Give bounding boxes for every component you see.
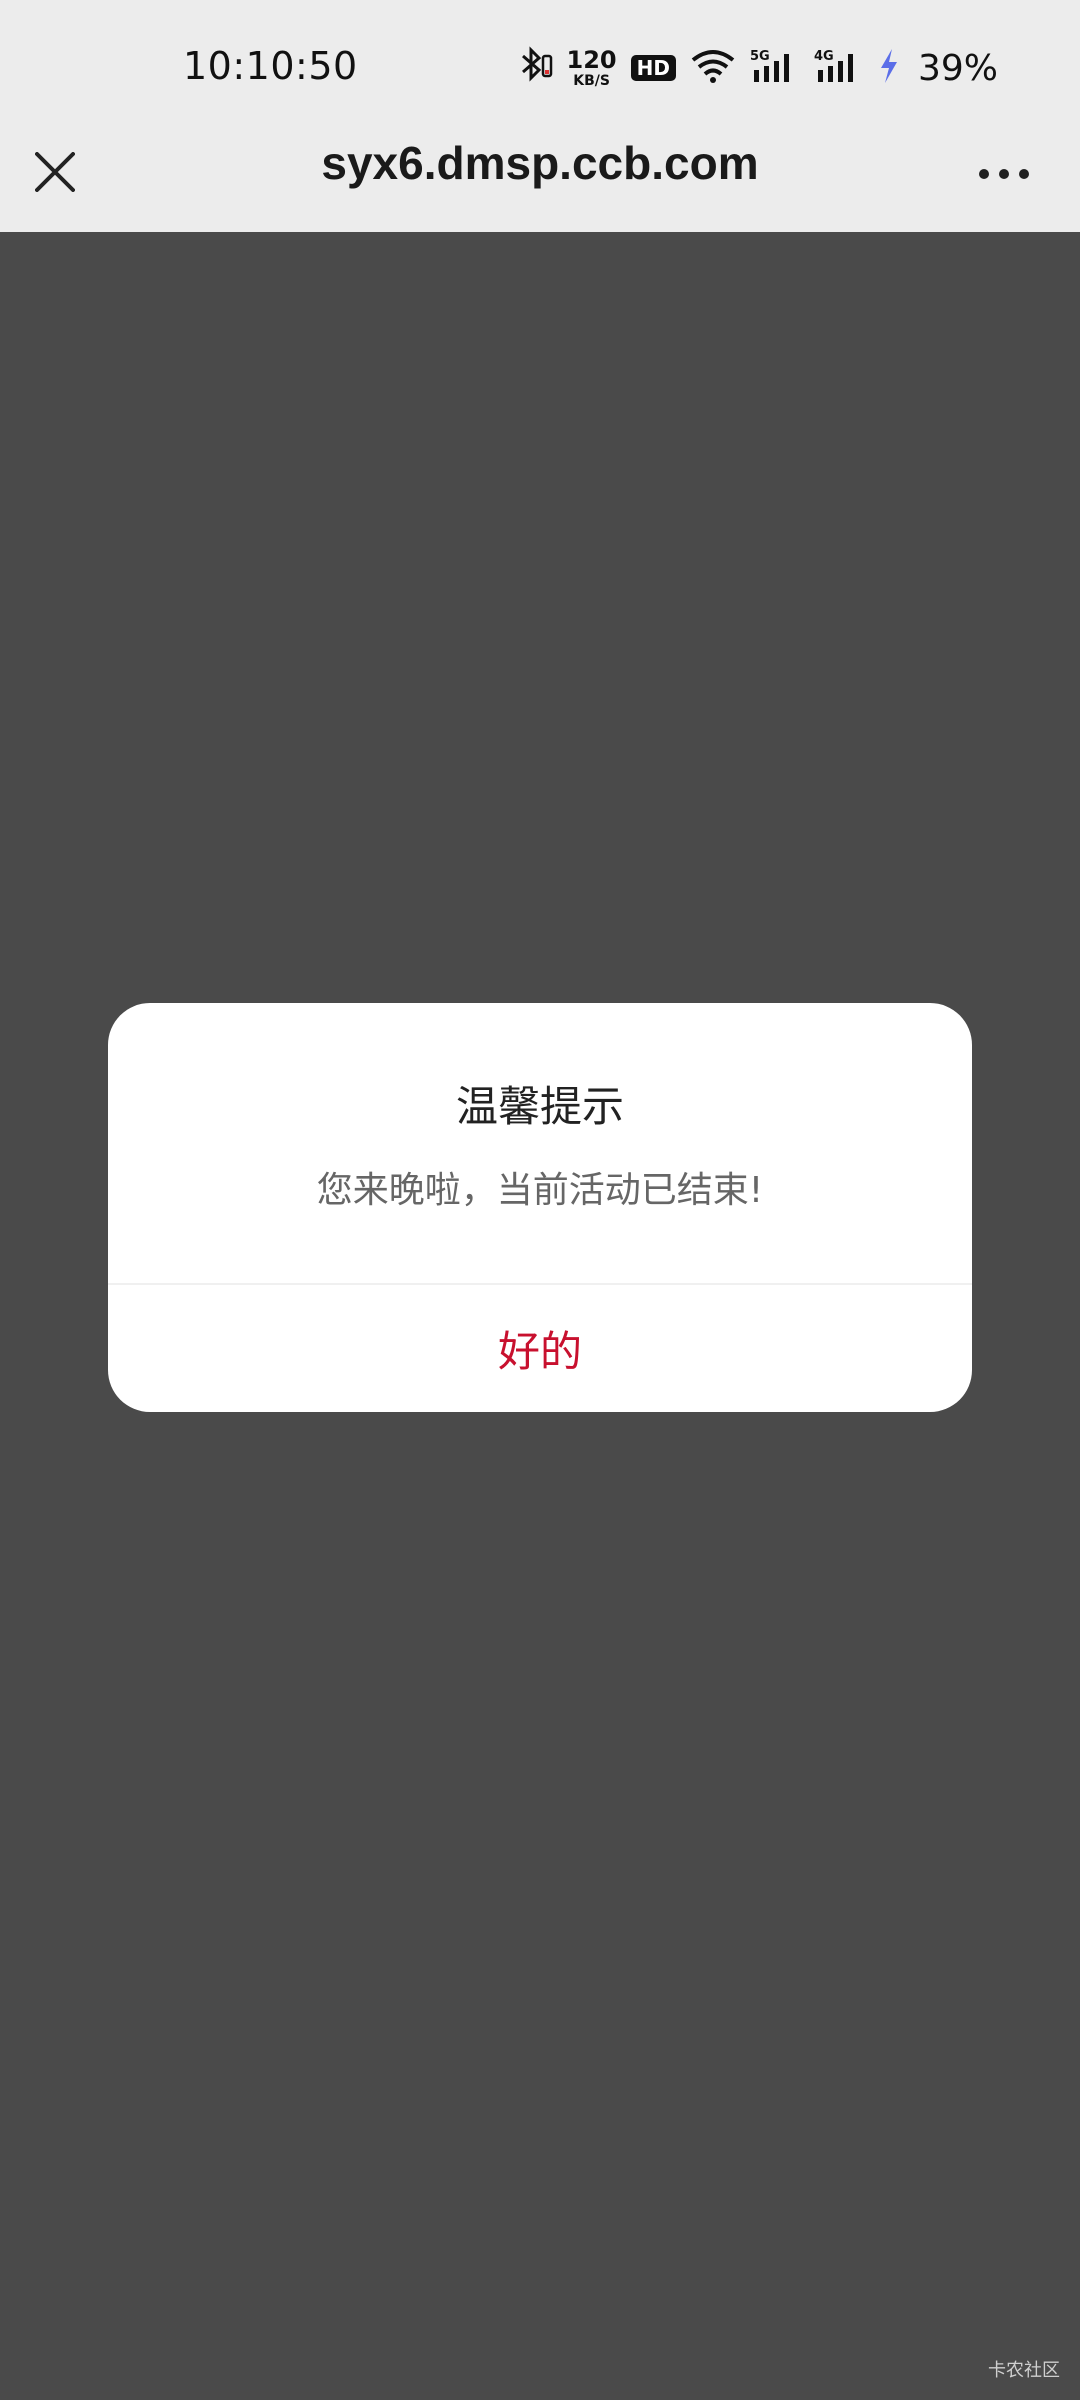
signal-4g-icon: 4G <box>814 48 864 88</box>
bluetooth-icon <box>517 46 553 90</box>
charging-icon <box>878 48 900 88</box>
network-speed-unit: KB/S <box>573 73 610 89</box>
dialog-message: 您来晚啦，当前活动已结束! <box>316 1170 764 1211</box>
signal-4g-label: 4G <box>814 49 834 64</box>
watermark: 卡农社区 <box>988 2360 1060 2381</box>
more-button[interactable] <box>974 144 1034 204</box>
confirm-button[interactable]: 好的 <box>108 1285 972 1412</box>
network-speed-value: 120 <box>566 46 617 74</box>
status-time: 10:10:50 <box>183 44 358 88</box>
hd-icon: HD <box>630 55 676 81</box>
battery-percentage: 39% <box>917 47 998 89</box>
wifi-icon <box>690 48 736 88</box>
more-icon <box>978 165 1030 184</box>
page-url-title: syx6.dmsp.ccb.com <box>321 137 759 189</box>
alert-dialog: 温馨提示 您来晚啦，当前活动已结束! 好的 <box>108 1003 972 1412</box>
signal-5g-icon: 5G <box>750 48 800 88</box>
browser-nav-bar: syx6.dmsp.ccb.com <box>0 134 1080 232</box>
status-bar: 10:10:50 120 KB/S HD 5G 4G 39% <box>0 0 1080 134</box>
dialog-title: 温馨提示 <box>455 1082 624 1131</box>
network-speed: 120 KB/S <box>567 48 617 88</box>
status-icons: 120 KB/S HD 5G 4G 39% <box>517 40 998 96</box>
signal-5g-label: 5G <box>750 49 770 64</box>
